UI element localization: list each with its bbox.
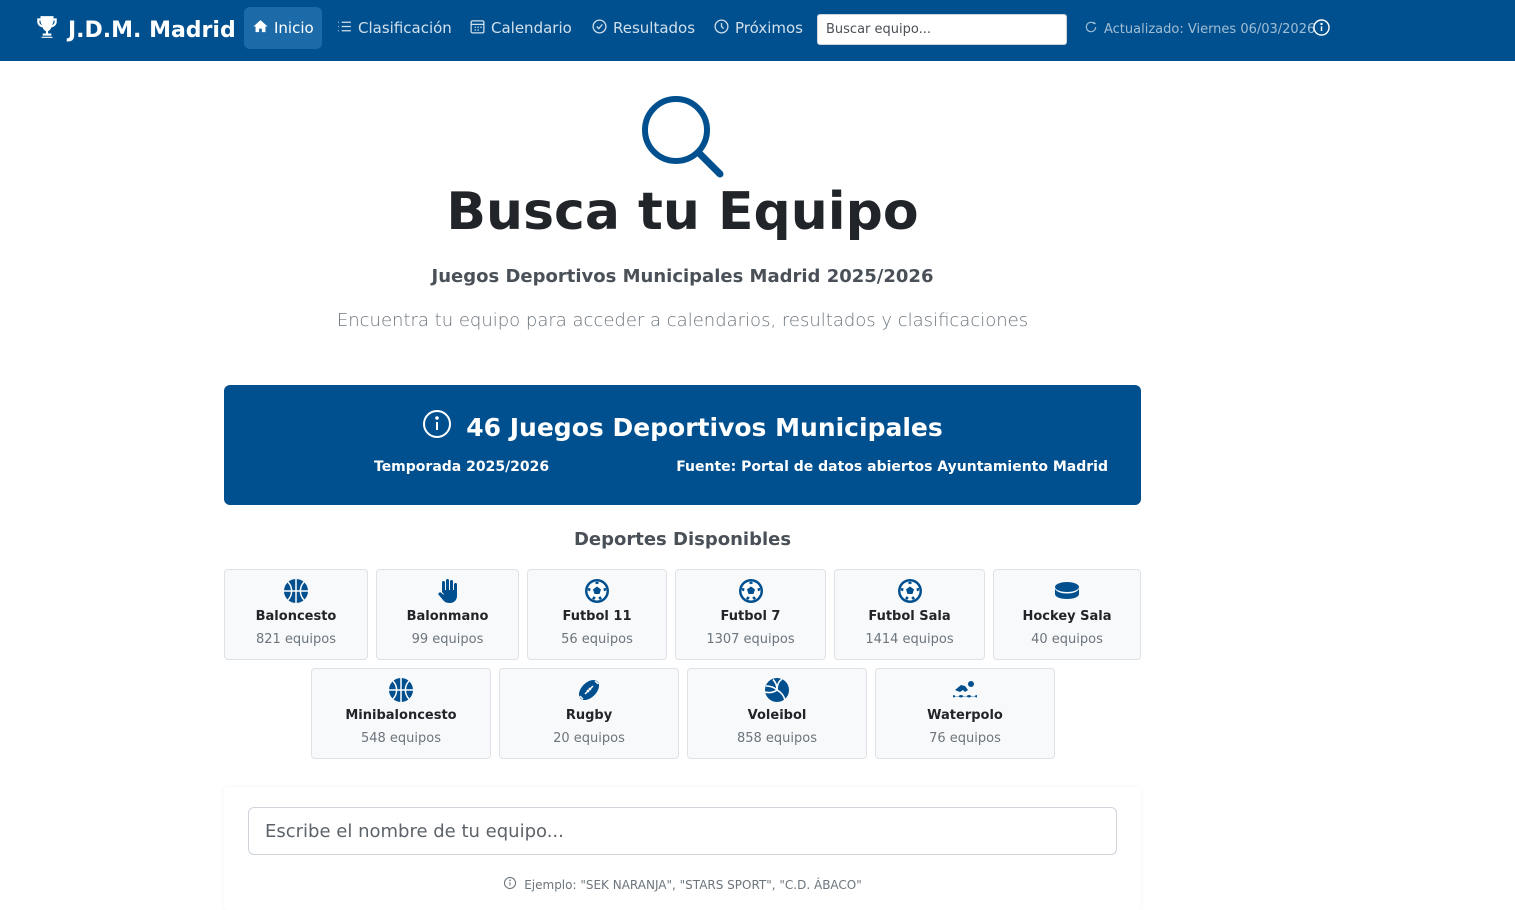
sport-card-futbol-7[interactable]: Futbol 7 1307 equipos (675, 569, 826, 660)
sport-name: Voleibol (747, 708, 807, 723)
sport-name: Waterpolo (927, 708, 1003, 723)
sport-count: 20 equipos (553, 731, 625, 746)
navbar-search-input[interactable] (817, 14, 1067, 45)
nav-resultados[interactable]: Resultados (591, 7, 695, 49)
home-icon (252, 18, 269, 39)
clock-icon (713, 18, 730, 39)
info-icon (503, 876, 517, 893)
banner-source: Fuente: Portal de datos abiertos Ayuntam… (676, 459, 1108, 475)
nav-inicio[interactable]: Inicio (244, 7, 322, 49)
page-lead: Encuentra tu equipo para acceder a calen… (336, 310, 1029, 331)
sport-card-futbol-sala[interactable]: Futbol Sala 1414 equipos (834, 569, 985, 660)
nav-inicio-label: Inicio (274, 19, 314, 37)
info-icon (1312, 18, 1331, 41)
sport-count: 548 equipos (360, 731, 442, 746)
info-circle-icon (422, 409, 452, 445)
sport-count: 76 equipos (929, 731, 1001, 746)
soccer-ball-icon (835, 578, 984, 604)
sport-count: 858 equipos (736, 731, 818, 746)
sport-card-rugby[interactable]: Rugby 20 equipos (499, 668, 679, 759)
banner-season: Temporada 2025/2026 (374, 459, 550, 475)
refresh-icon (1084, 20, 1098, 38)
page-subtitle: Juegos Deportivos Municipales Madrid 202… (431, 266, 934, 287)
sport-name: Futbol 11 (562, 609, 632, 624)
nav-calendario[interactable]: Calendario (469, 7, 572, 49)
sport-name: Rugby (565, 708, 613, 723)
nav-clasificacion-label: Clasificación (358, 19, 452, 37)
last-updated-text: Actualizado: Viernes 06/03/2026 (1104, 21, 1316, 37)
hand-icon (377, 578, 518, 604)
info-banner: 46 Juegos Deportivos Municipales Tempora… (224, 385, 1141, 505)
check-circle-icon (591, 18, 608, 39)
search-hint-text: Ejemplo: "SEK NARANJA", "STARS SPORT", "… (524, 877, 862, 892)
sport-count: 821 equipos (255, 632, 337, 647)
sport-card-waterpolo[interactable]: Waterpolo 76 equipos (875, 668, 1055, 759)
calendar-icon (469, 18, 486, 39)
info-button[interactable] (1311, 18, 1331, 41)
soccer-ball-icon (528, 578, 666, 604)
nav-resultados-label: Resultados (613, 19, 696, 37)
nav-clasificacion[interactable]: Clasificación (336, 7, 452, 49)
nav-calendario-label: Calendario (491, 19, 572, 37)
sport-name: Hockey Sala (1022, 609, 1112, 624)
sport-card-minibaloncesto[interactable]: Minibaloncesto 548 equipos (311, 668, 491, 759)
volleyball-icon (688, 677, 866, 703)
sport-card-hockey-sala[interactable]: Hockey Sala 40 equipos (993, 569, 1141, 660)
trophy-icon (34, 14, 60, 46)
basketball-icon (225, 578, 367, 604)
sport-card-baloncesto[interactable]: Baloncesto 821 equipos (224, 569, 368, 660)
rugby-ball-icon (500, 677, 678, 703)
banner-title-text: 46 Juegos Deportivos Municipales (466, 412, 943, 442)
sport-name: Baloncesto (255, 609, 337, 624)
nav-proximos-label: Próximos (735, 19, 803, 37)
search-hint: Ejemplo: "SEK NARANJA", "STARS SPORT", "… (0, 876, 1365, 893)
sport-card-balonmano[interactable]: Balonmano 99 equipos (376, 569, 519, 660)
top-navbar: J.D.M. Madrid Inicio Clasificación Calen… (0, 0, 1515, 61)
sport-count: 1414 equipos (865, 632, 954, 647)
brand-name: J.D.M. Madrid (68, 17, 236, 43)
search-icon (638, 92, 728, 182)
sport-name: Minibaloncesto (345, 708, 457, 723)
brand-link[interactable]: J.D.M. Madrid (34, 14, 236, 46)
sport-card-futbol-11[interactable]: Futbol 11 56 equipos (527, 569, 667, 660)
nav-proximos[interactable]: Próximos (713, 7, 803, 49)
sport-count: 99 equipos (411, 632, 484, 647)
soccer-ball-icon (676, 578, 825, 604)
sport-count: 40 equipos (1031, 632, 1103, 647)
page-title: Busca tu Equipo (446, 182, 919, 242)
sports-section-title: Deportes Disponibles (573, 529, 792, 550)
swimmer-icon (876, 677, 1054, 703)
list-icon (336, 18, 353, 39)
sport-count: 56 equipos (561, 632, 633, 647)
team-search-input[interactable] (248, 807, 1117, 855)
last-updated: Actualizado: Viernes 06/03/2026 (1084, 18, 1315, 40)
banner-title: 46 Juegos Deportivos Municipales (224, 409, 1141, 445)
basketball-icon (312, 677, 490, 703)
sport-name: Balonmano (406, 609, 489, 624)
sport-name: Futbol Sala (868, 609, 951, 624)
sport-card-voleibol[interactable]: Voleibol 858 equipos (687, 668, 867, 759)
hockey-puck-icon (994, 578, 1140, 604)
sport-count: 1307 equipos (706, 632, 795, 647)
sport-name: Futbol 7 (720, 609, 781, 624)
